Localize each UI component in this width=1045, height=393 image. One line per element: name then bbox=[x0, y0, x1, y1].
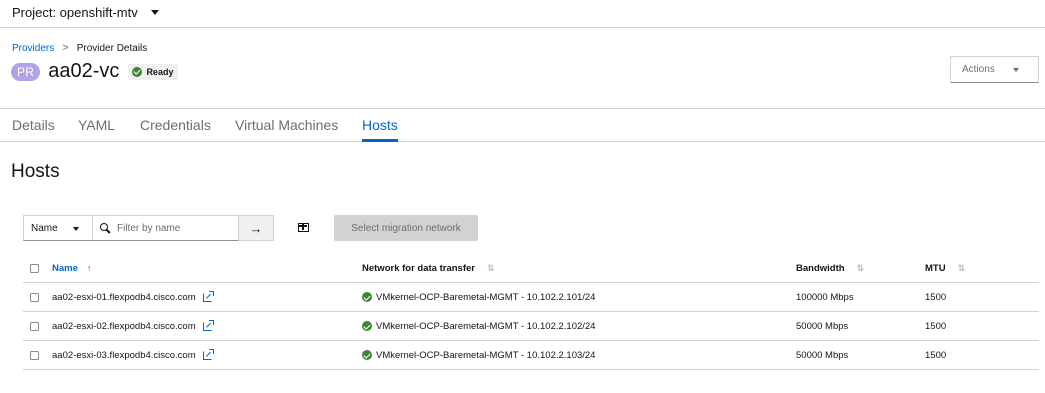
project-selector[interactable]: Project: openshift-mtv bbox=[12, 5, 138, 20]
chevron-down-icon[interactable] bbox=[151, 10, 159, 15]
external-link-icon[interactable] bbox=[202, 348, 214, 360]
caret-down-icon bbox=[73, 227, 79, 231]
check-circle-icon bbox=[362, 321, 372, 331]
status-badge: Ready bbox=[128, 63, 179, 80]
column-header-bandwidth[interactable]: Bandwidth ⇅ bbox=[796, 254, 864, 282]
row-checkbox-cell bbox=[30, 341, 39, 369]
row-checkbox-cell bbox=[30, 283, 39, 311]
search-input[interactable] bbox=[117, 222, 227, 234]
sort-icon: ⇅ bbox=[856, 262, 865, 273]
select-migration-network-button[interactable]: Select migration network bbox=[334, 215, 478, 241]
host-name: aa02-esxi-01.flexpodb4.cisco.com bbox=[52, 291, 196, 303]
tab-hosts[interactable]: Hosts bbox=[362, 117, 398, 133]
search-icon bbox=[100, 223, 110, 233]
sort-icon: ⇅ bbox=[957, 262, 966, 273]
title-row: PR aa02-vc Ready bbox=[11, 60, 179, 83]
row-checkbox[interactable] bbox=[30, 321, 39, 331]
host-name-cell: aa02-esxi-01.flexpodb4.cisco.com bbox=[52, 283, 214, 311]
mtu-cell: 1500 bbox=[925, 320, 947, 332]
resource-type-badge: PR bbox=[11, 62, 41, 81]
column-header-mtu[interactable]: MTU ⇅ bbox=[925, 254, 965, 282]
sort-ascending-icon: ↑ bbox=[86, 263, 92, 273]
caret-down-icon bbox=[1013, 68, 1019, 72]
row-checkbox-cell bbox=[30, 312, 39, 340]
tab-bar: Details YAML Credentials Virtual Machine… bbox=[0, 109, 1045, 142]
filter-attribute-label: Name bbox=[31, 222, 58, 234]
host-name: aa02-esxi-02.flexpodb4.cisco.com bbox=[52, 320, 196, 332]
actions-label: Actions bbox=[962, 64, 995, 75]
check-circle-icon bbox=[362, 350, 372, 360]
host-name: aa02-esxi-03.flexpodb4.cisco.com bbox=[52, 349, 196, 361]
column-name-label: Name bbox=[52, 262, 78, 274]
external-link-icon[interactable] bbox=[202, 319, 214, 331]
check-circle-icon bbox=[132, 66, 143, 77]
section-title: Hosts bbox=[11, 161, 60, 182]
check-circle-icon bbox=[362, 292, 372, 302]
breadcrumb-separator: > bbox=[62, 42, 69, 54]
select-all-checkbox[interactable] bbox=[30, 263, 39, 273]
host-name-cell: aa02-esxi-02.flexpodb4.cisco.com bbox=[52, 312, 214, 340]
tab-yaml[interactable]: YAML bbox=[78, 117, 115, 133]
network-value: VMkernel-OCP-Baremetal-MGMT - 10.102.2.1… bbox=[376, 320, 596, 332]
network-cell: VMkernel-OCP-Baremetal-MGMT - 10.102.2.1… bbox=[362, 341, 595, 369]
column-network-label: Network for data transfer bbox=[362, 262, 475, 274]
row-checkbox[interactable] bbox=[30, 292, 39, 302]
external-link-icon[interactable] bbox=[202, 290, 214, 302]
manage-columns-icon[interactable] bbox=[298, 223, 309, 232]
column-header-network[interactable]: Network for data transfer ⇅ bbox=[362, 254, 495, 282]
network-cell: VMkernel-OCP-Baremetal-MGMT - 10.102.2.1… bbox=[362, 283, 595, 311]
table-row: aa02-esxi-01.flexpodb4.cisco.com VMkerne… bbox=[23, 283, 1039, 312]
mtu-cell: 1500 bbox=[925, 349, 947, 361]
tab-virtual-machines[interactable]: Virtual Machines bbox=[235, 117, 338, 133]
network-cell: VMkernel-OCP-Baremetal-MGMT - 10.102.2.1… bbox=[362, 312, 595, 340]
breadcrumb: Providers > Provider Details bbox=[12, 42, 147, 54]
bandwidth-cell: 50000 Mbps bbox=[796, 349, 849, 361]
column-bandwidth-label: Bandwidth bbox=[796, 262, 845, 274]
tab-credentials[interactable]: Credentials bbox=[140, 117, 211, 133]
tab-details[interactable]: Details bbox=[12, 117, 55, 133]
column-mtu-label: MTU bbox=[925, 262, 946, 274]
actions-dropdown[interactable]: Actions bbox=[950, 56, 1039, 83]
header-checkbox-cell bbox=[30, 254, 39, 282]
mtu-cell: 1500 bbox=[925, 291, 947, 303]
row-checkbox[interactable] bbox=[30, 350, 39, 360]
status-label: Ready bbox=[146, 66, 174, 77]
column-header-name[interactable]: Name ↑ bbox=[52, 254, 91, 282]
table-row: aa02-esxi-03.flexpodb4.cisco.com VMkerne… bbox=[23, 341, 1039, 370]
breadcrumb-current: Provider Details bbox=[76, 42, 148, 54]
breadcrumb-providers-link[interactable]: Providers bbox=[12, 43, 54, 54]
sort-icon: ⇅ bbox=[486, 262, 495, 273]
host-name-cell: aa02-esxi-03.flexpodb4.cisco.com bbox=[52, 341, 214, 369]
table-header-row: Name ↑ Network for data transfer ⇅ Bandw… bbox=[23, 254, 1039, 283]
page-title: aa02-vc bbox=[48, 60, 120, 82]
filter-attribute-select[interactable]: Name bbox=[23, 215, 93, 241]
project-bar: Project: openshift-mtv bbox=[0, 0, 1045, 28]
arrow-right-icon: → bbox=[249, 220, 263, 236]
bandwidth-cell: 100000 Mbps bbox=[796, 291, 854, 303]
filter-submit-button[interactable]: → bbox=[239, 215, 274, 241]
network-value: VMkernel-OCP-Baremetal-MGMT - 10.102.2.1… bbox=[376, 291, 596, 303]
hosts-table: Name ↑ Network for data transfer ⇅ Bandw… bbox=[23, 254, 1039, 370]
active-tab-indicator bbox=[362, 139, 398, 142]
filter-input-wrapper bbox=[93, 215, 239, 241]
network-value: VMkernel-OCP-Baremetal-MGMT - 10.102.2.1… bbox=[376, 349, 596, 361]
filter-toolbar: Name → bbox=[23, 215, 274, 241]
bandwidth-cell: 50000 Mbps bbox=[796, 320, 849, 332]
table-row: aa02-esxi-02.flexpodb4.cisco.com VMkerne… bbox=[23, 312, 1039, 341]
